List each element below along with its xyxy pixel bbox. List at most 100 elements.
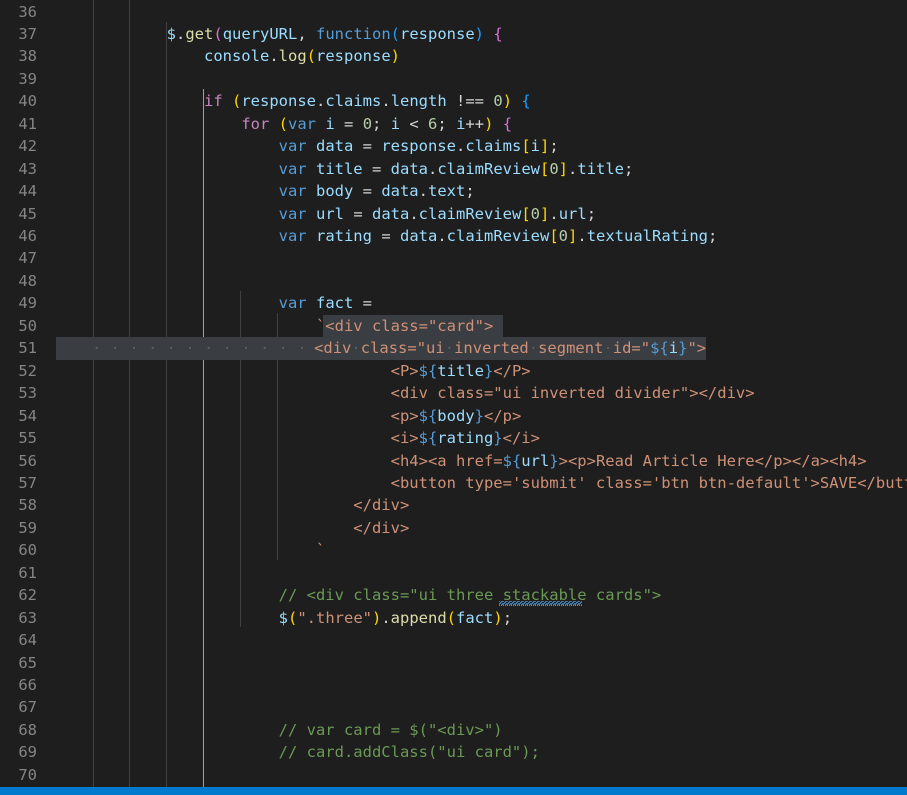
code-token: claimReview [446,227,550,245]
code-token: rating [437,429,494,448]
code-line[interactable]: var body = data.text; [92,180,475,202]
code-line[interactable]: <P>${title}</P> [92,360,531,382]
code-token: ( [390,24,401,43]
status-bar[interactable] [0,787,907,795]
code-token: var [278,294,307,313]
code-line[interactable]: for (var i = 0; i < 6; i++) { [92,113,512,135]
code-token: ( [306,47,316,66]
code-line[interactable]: // var card = $("<div>") [92,719,503,741]
code-token: ; [624,159,634,178]
code-token: data [381,182,419,201]
code-token: ${ [650,339,669,358]
code-token: ${ [502,451,522,470]
code-token: . [549,204,559,223]
code-token: } [549,451,559,470]
code-token: <div class="ui inverted divider"></div> [390,384,755,403]
code-token: function [316,24,391,43]
code-line[interactable]: ` [92,539,325,561]
line-number-gutter: 36 37 38 39 40 41 42 43 44 45 46 47 48 49 50 51 52 53 54 55… [0,0,56,787]
code-line[interactable]: <p>${body}</p> [92,405,522,427]
code-token: . [577,227,587,245]
code-surface[interactable]: $.get(queryURL, function(response) { con… [56,0,907,787]
code-token: = [353,294,372,313]
code-editor[interactable]: 36 37 38 39 40 41 42 43 44 45 46 47 48 49 50 51 52 53 54 55… [0,0,907,795]
code-token: 6 [428,114,438,133]
code-token: i [456,114,466,133]
code-token: { [493,24,503,43]
code-token: i [530,137,540,156]
code-token: class="ui [360,339,445,358]
code-token: i [325,114,335,133]
code-token: = [353,182,382,201]
code-token: . [316,92,326,111]
code-token: var [278,182,307,201]
code-line[interactable]: </div> [92,517,409,539]
code-token: url [558,204,587,223]
code-token: ( [287,608,298,627]
code-token: ( [213,24,223,43]
line-number: 69 [18,743,37,762]
code-line[interactable]: $(".three").append(fact); [92,607,512,629]
line-number: 45 [18,204,37,223]
code-token: var [278,204,307,223]
code-line[interactable]: console.log(response) [92,45,400,67]
code-line[interactable]: // card.addClass("ui card"); [92,741,540,763]
code-line[interactable]: </div> [92,494,409,516]
code-line[interactable]: var data = response.claims[i]; [92,135,559,157]
line-number: 67 [18,698,37,717]
code-token: { [502,114,513,133]
code-line[interactable]: <i>${rating}</i> [92,427,540,449]
code-line[interactable]: <div class="ui inverted divider"></div> [92,382,755,404]
code-token: . [381,608,391,627]
code-token: ( [278,114,288,133]
code-token: textualRating [586,227,709,245]
code-line[interactable]: if (response.claims.length !== 0) { [92,90,531,112]
code-line[interactable]: $.get(queryURL, function(response) { [92,23,503,45]
code-token: 0 [493,92,503,111]
code-token: $ [278,608,288,627]
code-line[interactable]: var fact = [92,292,372,314]
code-line[interactable]: <div·class="ui·inverted·segment·id="${i}… [314,337,706,359]
code-token: for [241,114,270,133]
code-line[interactable]: var title = data.claimReview[0].title; [92,158,634,180]
code-token: i [390,114,401,133]
code-line[interactable]: <button type='submit' class='btn btn-def… [92,472,907,494]
code-token: data [399,227,438,245]
code-token: . [269,47,279,66]
code-token: ] [540,137,550,156]
code-token: } [474,406,484,425]
code-token: ${ [418,361,438,380]
code-token: <button type='submit' class='btn btn-def… [390,473,907,492]
code-line[interactable]: `<div class="card"> [92,315,493,337]
code-token: data [390,159,428,178]
code-token: <p> [390,406,419,425]
line-number: 59 [18,518,37,537]
line-number: 63 [18,608,37,627]
code-token: = [371,227,400,245]
line-number: 37 [18,24,37,43]
line-number: 53 [18,384,37,403]
code-token: body [315,182,354,201]
code-token: response [381,137,456,156]
code-line[interactable]: var rating = data.claimReview[0].textual… [92,225,718,247]
code-line[interactable]: <h4><a href=${url}><p>Read Article Here<… [92,450,867,472]
code-token: fact [315,294,354,313]
line-number: 41 [18,114,37,133]
code-token: </div> [353,496,410,515]
line-number: 60 [18,541,37,560]
code-token: ; [549,137,559,156]
code-line[interactable]: var url = data.claimReview[0].url; [92,203,596,225]
line-number: 65 [18,653,37,672]
